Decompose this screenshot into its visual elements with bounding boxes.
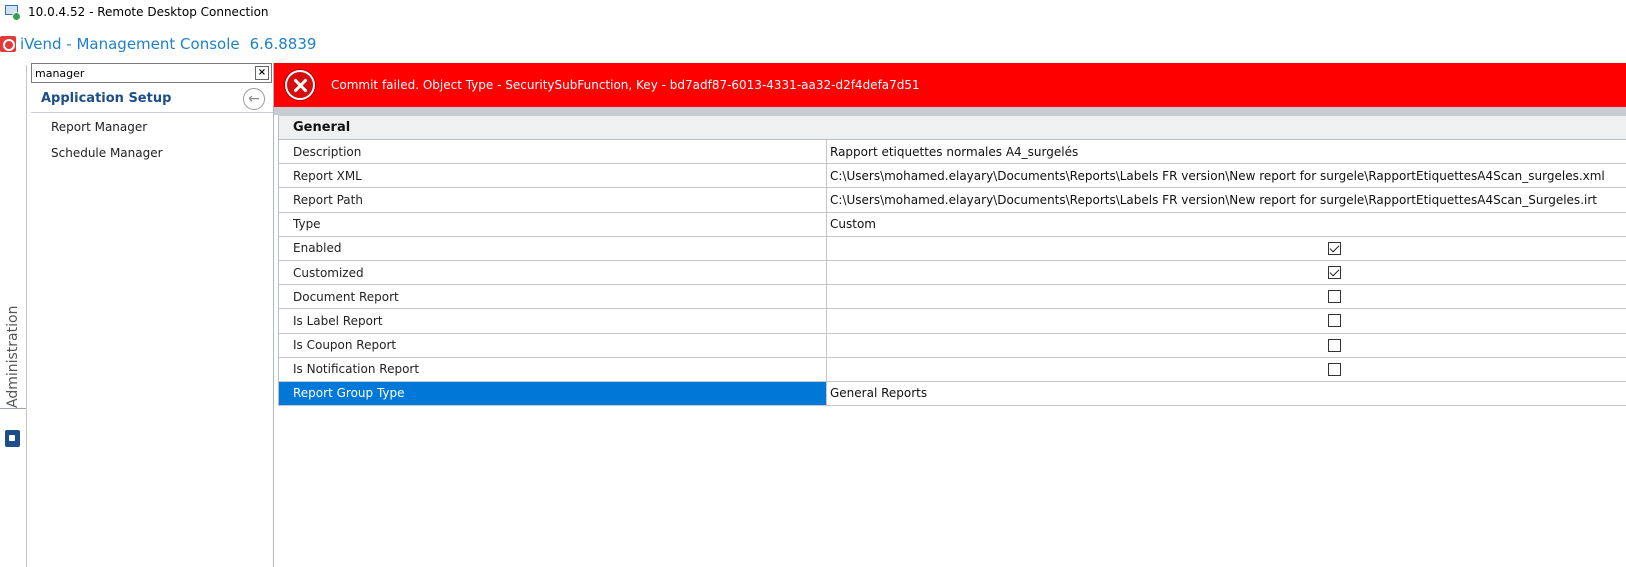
property-value[interactable]: Custom xyxy=(827,213,1626,236)
property-label[interactable]: Customized xyxy=(279,260,827,285)
property-label[interactable]: Report Path xyxy=(279,188,827,212)
property-label[interactable]: Report XML xyxy=(279,164,827,188)
property-row[interactable]: Report XML C:\Users\mohamed.elayary\Docum… xyxy=(278,164,1626,189)
app-title: iVend - Management Console xyxy=(20,35,240,53)
property-value[interactable]: C:\Users\mohamed.elayary\Documents\Repor… xyxy=(827,164,1626,187)
property-row[interactable]: Document Report xyxy=(278,285,1626,310)
checkbox-unchecked[interactable] xyxy=(1328,362,1341,376)
checkbox-checked[interactable] xyxy=(1328,265,1341,279)
rdp-title-bar: 10.0.4.52 - Remote Desktop Connection xyxy=(0,0,1626,24)
property-label[interactable]: Enabled xyxy=(279,236,827,260)
error-message: Commit failed. Object Type - SecuritySub… xyxy=(331,78,920,92)
property-row[interactable]: Customized xyxy=(278,260,1626,286)
back-arrow-icon[interactable]: ← xyxy=(243,88,265,110)
property-label[interactable]: Type xyxy=(279,212,827,236)
property-row[interactable]: Is Coupon Report xyxy=(278,333,1626,358)
property-label[interactable]: Document Report xyxy=(279,285,827,309)
property-label[interactable]: Is Notification Report xyxy=(279,357,827,381)
search-input[interactable] xyxy=(32,64,252,82)
property-label[interactable]: Report Group Type xyxy=(279,381,827,406)
property-value[interactable]: C:\Users\mohamed.elayary\Documents\Repor… xyxy=(827,188,1626,211)
property-row[interactable]: Is Label Report xyxy=(278,309,1626,334)
error-icon xyxy=(285,70,315,100)
banner-separator xyxy=(274,107,1626,115)
administration-icon[interactable] xyxy=(5,430,20,447)
clear-search-button[interactable]: × xyxy=(255,66,269,80)
property-row[interactable]: Report Path C:\Users\mohamed.elayary\Docu… xyxy=(278,188,1626,213)
property-value[interactable]: Rapport etiquettes normales A4_surgelés xyxy=(827,140,1626,163)
rail-tab-administration[interactable]: Administration xyxy=(2,278,24,408)
checkbox-unchecked[interactable] xyxy=(1328,338,1341,352)
left-rail: Administration xyxy=(0,65,27,567)
property-row[interactable]: Is Notification Report xyxy=(278,357,1626,382)
property-row[interactable]: Report Group Type General Reports xyxy=(278,381,1626,407)
property-label[interactable]: Description xyxy=(279,140,827,164)
property-row[interactable]: Type Custom xyxy=(278,212,1626,237)
property-value-cell[interactable] xyxy=(827,285,1626,308)
checkbox-checked[interactable] xyxy=(1328,241,1341,255)
ivend-logo-icon xyxy=(0,36,16,52)
property-value-cell[interactable] xyxy=(827,309,1626,332)
grid-section-header: General xyxy=(278,116,1626,140)
property-row[interactable]: Enabled xyxy=(278,236,1626,261)
search-box: × xyxy=(31,63,272,83)
property-grid: General Description Rapport etiquettes no… xyxy=(278,115,1626,407)
rail-label: Administration xyxy=(5,305,21,408)
rail-divider xyxy=(0,408,26,409)
app-version: 6.6.8839 xyxy=(249,35,317,53)
window-title: 10.0.4.52 - Remote Desktop Connection xyxy=(28,5,269,19)
property-row[interactable]: Description Rapport etiquettes normales A… xyxy=(278,140,1626,165)
property-value-cell[interactable] xyxy=(827,358,1626,381)
nav-item-report-manager[interactable]: Report Manager xyxy=(51,120,147,134)
property-label[interactable]: Is Coupon Report xyxy=(279,333,827,357)
property-value-cell[interactable] xyxy=(827,334,1626,357)
property-value-cell[interactable] xyxy=(827,261,1626,284)
property-value-cell[interactable] xyxy=(827,237,1626,260)
nav-section-header: Application Setup ← xyxy=(31,85,273,113)
navigation-panel: × Application Setup ← Report Manager Sch… xyxy=(31,63,274,567)
main-content: Commit failed. Object Type - SecuritySub… xyxy=(274,63,1626,567)
nav-section-title: Application Setup xyxy=(41,91,172,106)
nav-item-schedule-manager[interactable]: Schedule Manager xyxy=(51,146,163,160)
property-value[interactable]: General Reports xyxy=(827,382,1626,405)
property-label[interactable]: Is Label Report xyxy=(279,309,827,333)
remote-desktop-icon xyxy=(4,3,22,21)
grid-rows: Description Rapport etiquettes normales A… xyxy=(278,140,1626,407)
error-banner: Commit failed. Object Type - SecuritySub… xyxy=(274,63,1626,107)
app-header: iVend - Management Console 6.6.8839 xyxy=(0,26,1626,62)
checkbox-unchecked[interactable] xyxy=(1328,314,1341,328)
checkbox-unchecked[interactable] xyxy=(1328,290,1341,304)
